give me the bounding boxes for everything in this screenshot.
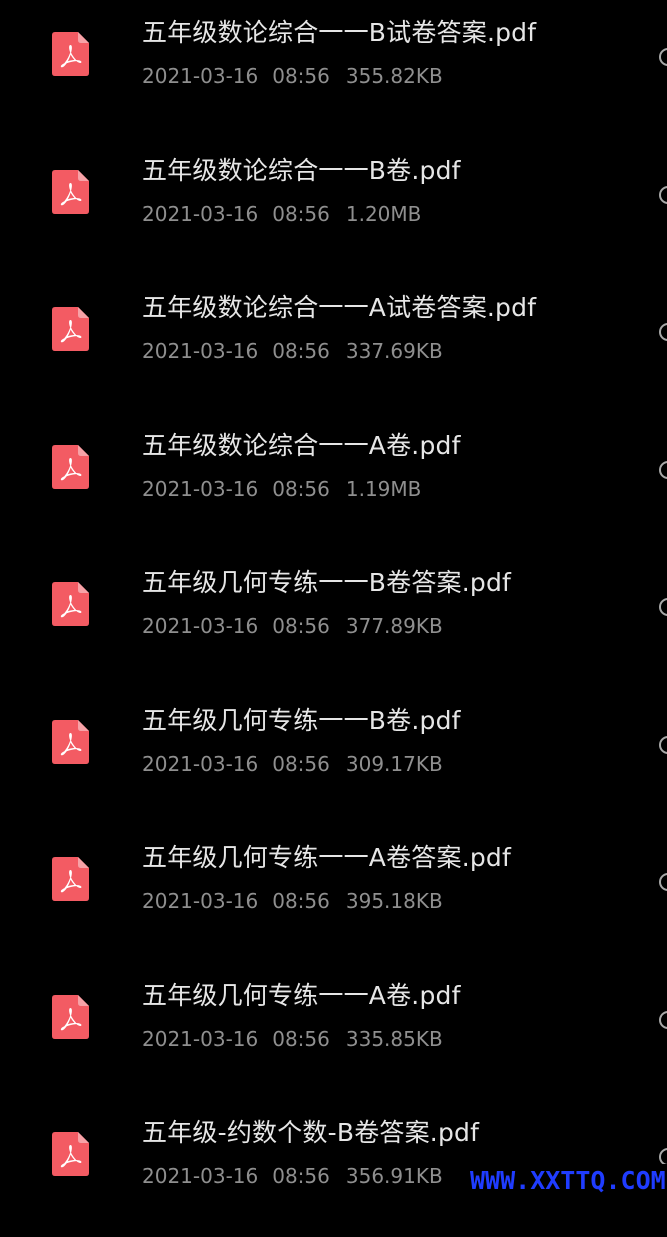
file-name: 五年级数论综合一一A卷.pdf — [142, 430, 461, 460]
file-time: 08:56 — [272, 751, 330, 776]
select-radio-button[interactable] — [659, 460, 667, 479]
file-name: 五年级几何专练一一A卷答案.pdf — [142, 843, 511, 872]
file-time: 08:56 — [272, 1164, 330, 1188]
select-radio-button[interactable] — [659, 185, 667, 204]
file-date: 2021-03-16 — [142, 1026, 259, 1051]
pdf-icon — [52, 582, 89, 626]
file-row[interactable]: 五年级几何专练一一A卷.pdf 2021-03-16 08:56 335.85KB — [0, 963, 667, 1100]
watermark: WWW.XXTTQ.COM — [470, 1164, 667, 1198]
file-time: 08:56 — [272, 64, 330, 88]
file-name: 五年级-约数个数-B卷答案.pdf — [142, 1118, 480, 1147]
file-row[interactable]: 五年级数论综合一一B试卷答案.pdf 2021-03-16 08:56 355.82K… — [0, 0, 667, 137]
file-row[interactable]: 五年级数论综合一一A试卷答案.pdf 2021-03-16 08:56 337.69K… — [0, 275, 667, 412]
file-date: 2021-03-16 — [142, 476, 259, 501]
file-meta: 2021-03-16 08:56 1.20MB — [142, 201, 421, 227]
file-time: 08:56 — [272, 1026, 330, 1051]
file-size: 395.18KB — [345, 889, 443, 913]
file-size: 356.91KB — [345, 1164, 443, 1188]
file-time: 08:56 — [272, 201, 330, 226]
file-row[interactable]: 五年级数论综合一一B卷.pdf 2021-03-16 08:56 1.20MB — [0, 138, 667, 275]
pdf-icon — [52, 307, 89, 351]
file-time: 08:56 — [272, 889, 330, 913]
file-date: 2021-03-16 — [142, 339, 259, 363]
file-size: 377.89KB — [345, 614, 443, 638]
file-meta: 2021-03-16 08:56 309.17KB — [142, 751, 443, 777]
file-row[interactable]: 五年级几何专练一一B卷.pdf 2021-03-16 08:56 309.17KB — [0, 688, 667, 825]
file-time: 08:56 — [272, 476, 330, 501]
file-date: 2021-03-16 — [142, 201, 259, 226]
select-radio-button[interactable] — [659, 735, 667, 754]
file-meta: 2021-03-16 08:56 377.89KB — [142, 613, 443, 639]
file-row[interactable]: 五年级几何专练一一B卷答案.pdf 2021-03-16 08:56 377.89KB — [0, 550, 667, 687]
select-radio-button[interactable] — [659, 873, 667, 891]
file-time: 08:56 — [272, 339, 330, 363]
file-size: 1.19MB — [345, 476, 422, 501]
pdf-icon — [52, 32, 89, 76]
select-radio-button[interactable] — [659, 598, 667, 616]
file-name: 五年级数论综合一一B试卷答案.pdf — [142, 18, 537, 47]
file-date: 2021-03-16 — [142, 64, 259, 88]
pdf-icon — [52, 857, 89, 901]
file-name: 五年级数论综合一一B卷.pdf — [142, 155, 461, 185]
file-size: 1.20MB — [345, 201, 422, 226]
file-size: 355.82KB — [345, 64, 443, 88]
file-meta: 2021-03-16 08:56 337.69KB — [142, 338, 443, 364]
file-meta: 2021-03-16 08:56 355.82KB — [142, 63, 443, 89]
select-radio-button[interactable] — [659, 323, 667, 341]
file-name: 五年级几何专练一一B卷.pdf — [142, 705, 461, 735]
file-name: 五年级几何专练一一A卷.pdf — [142, 980, 461, 1010]
file-row[interactable]: 五年级几何专练一一A卷答案.pdf 2021-03-16 08:56 395.18KB — [0, 825, 667, 962]
pdf-icon — [52, 994, 89, 1039]
pdf-icon — [52, 169, 89, 214]
select-radio-button[interactable] — [659, 1010, 667, 1029]
file-size: 335.85KB — [345, 1026, 443, 1051]
file-row[interactable]: 五年级数论综合一一A卷.pdf 2021-03-16 08:56 1.19MB — [0, 413, 667, 550]
file-size: 337.69KB — [345, 339, 443, 363]
file-date: 2021-03-16 — [142, 751, 259, 776]
file-meta: 2021-03-16 08:56 335.85KB — [142, 1026, 443, 1052]
file-date: 2021-03-16 — [142, 1164, 259, 1188]
pdf-icon — [52, 1132, 89, 1176]
file-list: 五年级数论综合一一B试卷答案.pdf 2021-03-16 08:56 355.82K… — [0, 0, 667, 1200]
file-time: 08:56 — [272, 614, 330, 638]
pdf-icon — [52, 444, 89, 489]
file-date: 2021-03-16 — [142, 889, 259, 913]
select-radio-button[interactable] — [659, 48, 667, 66]
file-size: 309.17KB — [345, 751, 443, 776]
file-meta: 2021-03-16 08:56 1.19MB — [142, 476, 421, 502]
file-meta: 2021-03-16 08:56 395.18KB — [142, 888, 443, 914]
file-date: 2021-03-16 — [142, 614, 259, 638]
file-name: 五年级几何专练一一B卷答案.pdf — [142, 568, 512, 597]
file-name: 五年级数论综合一一A试卷答案.pdf — [142, 293, 537, 322]
file-meta: 2021-03-16 08:56 356.91KB — [142, 1163, 443, 1189]
pdf-icon — [52, 719, 89, 764]
